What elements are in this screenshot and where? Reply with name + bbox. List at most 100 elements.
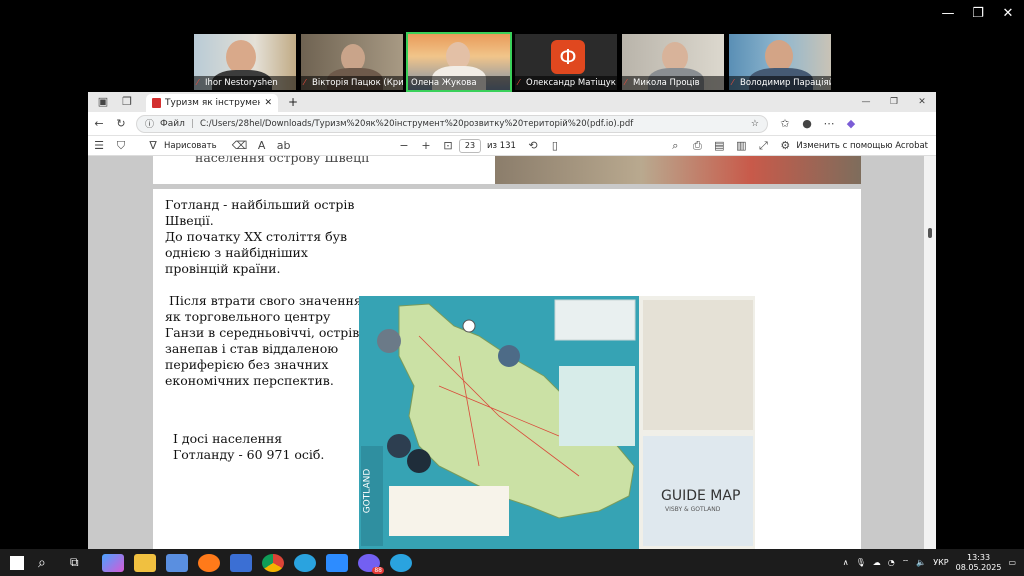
close-icon[interactable]: ✕: [908, 97, 936, 107]
minimize-icon[interactable]: —: [852, 97, 880, 107]
refresh-icon[interactable]: ↻: [110, 117, 132, 130]
participant-tile-active[interactable]: Олена Жукова: [406, 32, 512, 92]
participant-name: ⁄Вікторія Пацюк (Крив...: [301, 76, 403, 90]
pdf-toolbar: ☰ ⛉ ∇ Нарисовать ⌫ A ab − + ⊡ 23 из 131 …: [88, 136, 936, 156]
participant-name: ⁄ Микола Проців: [622, 76, 724, 90]
pdf-page: Готланд - найбільший острів Швеції. До п…: [153, 189, 861, 549]
text-line: Готланд - найбільший острів: [165, 197, 355, 212]
notifications-icon[interactable]: ▭: [1008, 558, 1016, 567]
pdf-icon: [152, 98, 161, 108]
firefox-icon[interactable]: [198, 553, 220, 572]
zoom-out-icon[interactable]: −: [393, 139, 415, 152]
view-icon[interactable]: ▯: [544, 139, 566, 152]
paragraph-3: І досі населення Готланду - 60 971 осіб.: [173, 431, 324, 463]
mic-muted-icon: ⁄: [625, 78, 627, 87]
url-text: C:/Users/28hel/Downloads/Туризм%20як%20і…: [199, 118, 634, 129]
rotate-icon[interactable]: ⟲: [522, 139, 544, 152]
volume-icon[interactable]: 🔈: [916, 558, 926, 567]
language-indicator[interactable]: УКР: [933, 558, 948, 567]
read-aloud-icon[interactable]: ab: [273, 139, 295, 152]
address-bar[interactable]: ⓘ Файл | C:/Users/28hel/Downloads/Туризм…: [136, 114, 768, 133]
zoom-in-icon[interactable]: +: [415, 139, 437, 152]
save-icon[interactable]: ▤: [708, 139, 730, 152]
participant-tile[interactable]: ⁄ Ihor Nestoryshen: [192, 32, 298, 92]
chrome-icon[interactable]: [262, 553, 284, 572]
new-tab-icon[interactable]: +: [288, 95, 298, 109]
search-icon[interactable]: ⌕: [38, 555, 58, 571]
participant-tile[interactable]: ⁄Вікторія Пацюк (Крив...: [299, 32, 405, 92]
participant-strip: ⁄Ihor Nestoryshen ⁄Вікторія Пацюк (Крив.…: [192, 32, 833, 92]
tab-title: Туризм як інструмент розвитку: [165, 98, 261, 108]
favorite-icon[interactable]: ☆: [751, 119, 759, 129]
file-explorer-icon[interactable]: [134, 553, 156, 572]
restore-icon[interactable]: ❐: [963, 6, 993, 21]
clock[interactable]: 13:33 08.05.2025: [956, 553, 1002, 573]
avatar: Ф: [551, 40, 585, 74]
favorites-icon[interactable]: ✩: [774, 117, 796, 130]
screen: — ❐ ✕ ⁄ Ihor Nestoryshen ⁄ Вікторія Пацюк …: [0, 0, 1024, 576]
copilot-icon[interactable]: ◆: [840, 117, 862, 130]
clock-time: 13:33: [967, 552, 991, 562]
text-line: І досі населення: [173, 431, 283, 446]
viber-icon[interactable]: 88: [358, 553, 384, 574]
save-as-icon[interactable]: ▥: [730, 139, 752, 152]
address-row: ← ↻ ⓘ Файл | C:/Users/28hel/Downloads/Ту…: [88, 112, 936, 136]
close-tab-icon[interactable]: ✕: [264, 98, 272, 108]
participant-tile[interactable]: ⁄ Володимир Параціяй: [727, 32, 833, 92]
participant-tile[interactable]: ⁄ Микола Проців: [620, 32, 726, 92]
pdf-scrollbar[interactable]: [924, 156, 936, 549]
scroll-thumb[interactable]: [928, 228, 932, 238]
telegram-icon[interactable]: [390, 553, 412, 572]
gotland-map-image: GOTLAND GUIDE MAP VISBY & GOTLAND: [359, 296, 755, 549]
print-icon[interactable]: ⎙: [686, 139, 708, 153]
zoom-icon[interactable]: [326, 553, 348, 572]
close-icon[interactable]: ✕: [993, 6, 1023, 21]
back-icon[interactable]: ←: [88, 117, 110, 130]
save-app-icon[interactable]: [230, 553, 252, 572]
fullscreen-icon[interactable]: ⤢: [752, 139, 774, 153]
copilot-icon[interactable]: [102, 553, 124, 572]
edit-with-acrobat-button[interactable]: Изменить с помощью Acrobat: [796, 141, 928, 151]
mic-muted-icon: ⁄: [197, 78, 199, 87]
network-icon[interactable]: ◔: [888, 558, 895, 567]
text-line: однією з найбідніших: [165, 245, 308, 260]
tab-actions-icon[interactable]: ❐: [116, 95, 138, 108]
mic-muted-icon: ⁄: [304, 78, 306, 87]
more-icon[interactable]: ⋯: [818, 117, 840, 130]
previous-page: населення острову Швеції: [153, 156, 861, 184]
filter-icon[interactable]: ⛉: [110, 139, 132, 153]
chevron-up-icon[interactable]: ∧: [843, 558, 849, 567]
minimize-icon[interactable]: —: [933, 6, 963, 21]
fit-page-icon[interactable]: ⊡: [437, 139, 459, 152]
store-icon[interactable]: [166, 553, 188, 572]
participant-name: ⁄ Олександр Матіщук: [515, 76, 617, 90]
mic-muted-icon: ⁄: [732, 78, 734, 87]
profile-icon[interactable]: ●: [796, 117, 818, 130]
mic-muted-icon: ⁄: [518, 78, 520, 87]
participant-tile[interactable]: Ф ⁄ Олександр Матіщук: [513, 32, 619, 92]
task-view-icon[interactable]: ⧉: [70, 555, 90, 570]
notification-badge: 88: [372, 566, 384, 574]
pdf-viewer[interactable]: населення острову Швеції Готланд - найбі…: [88, 156, 936, 549]
settings-icon[interactable]: ⚙: [774, 139, 796, 152]
text-line: Ганзи в середньовіччі, острів: [165, 325, 360, 340]
start-icon[interactable]: [10, 555, 24, 570]
text-line: Після втрати свого значення: [169, 293, 362, 308]
workspaces-icon[interactable]: ▣: [92, 95, 114, 108]
wifi-icon[interactable]: ⌔: [902, 558, 910, 568]
draw-icon[interactable]: ∇: [142, 139, 164, 152]
microphone-icon[interactable]: 🎙: [856, 558, 866, 567]
tab-pdf[interactable]: Туризм як інструмент розвитку ✕: [146, 94, 278, 112]
telegram-icon[interactable]: [294, 553, 316, 572]
clock-date: 08.05.2025: [955, 562, 1002, 572]
restore-icon[interactable]: ❐: [880, 97, 908, 107]
search-icon[interactable]: ⌕: [664, 139, 686, 153]
page-number-input[interactable]: 23: [458, 138, 481, 153]
contents-icon[interactable]: ☰: [88, 139, 110, 152]
cloud-icon[interactable]: ☁: [873, 558, 881, 567]
draw-button[interactable]: Нарисовать: [164, 141, 217, 151]
eraser-icon[interactable]: ⌫: [229, 139, 251, 152]
tab-bar: ▣ ❐ Туризм як інструмент розвитку ✕ + — …: [88, 92, 936, 112]
text-line: Швеції.: [165, 213, 214, 228]
text-icon[interactable]: A: [251, 139, 273, 152]
